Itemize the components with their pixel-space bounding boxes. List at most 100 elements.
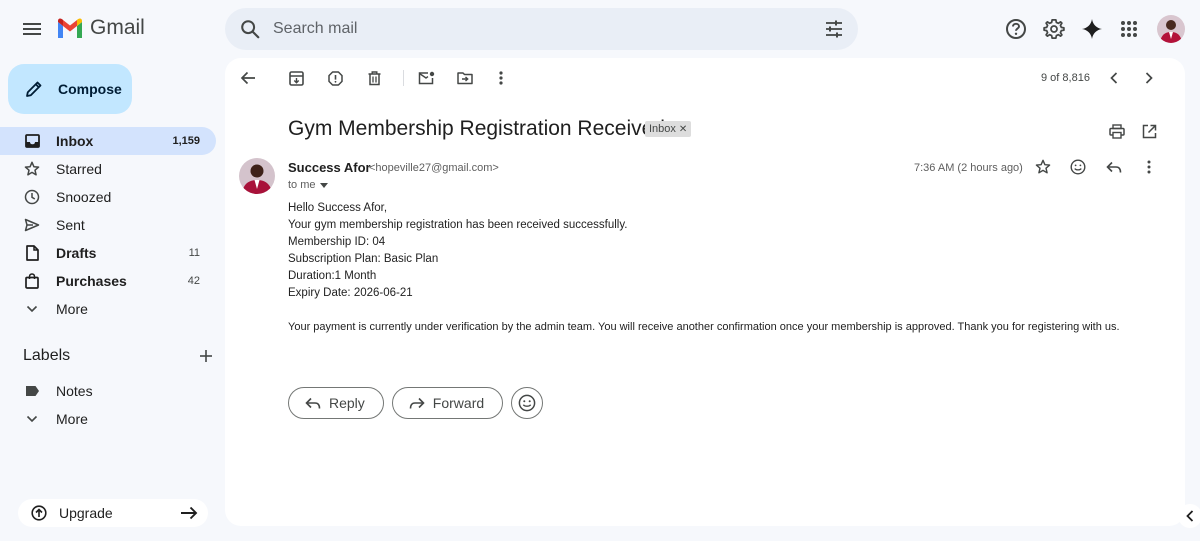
labels-header: Labels bbox=[23, 347, 213, 365]
google-apps-button[interactable] bbox=[1117, 17, 1141, 41]
print-button[interactable] bbox=[1107, 121, 1127, 141]
sender-name[interactable]: Success Afor bbox=[288, 160, 371, 175]
smiley-icon bbox=[518, 394, 536, 412]
help-icon bbox=[1006, 19, 1026, 39]
draft-file-icon bbox=[25, 245, 39, 261]
report-icon bbox=[327, 70, 343, 86]
inbox-label-badge[interactable]: Inbox ✕ bbox=[645, 121, 692, 137]
search-icon[interactable] bbox=[239, 18, 261, 40]
toolbar-divider bbox=[403, 70, 404, 86]
reply-button[interactable]: Reply bbox=[288, 387, 384, 419]
shopping-bag-icon bbox=[25, 273, 39, 289]
email-body: Hello Success Afor, Your gym membership … bbox=[288, 200, 1120, 336]
chevron-down-icon bbox=[26, 415, 38, 423]
sidebar-item-snoozed[interactable]: Snoozed bbox=[0, 183, 216, 211]
search-input[interactable] bbox=[273, 8, 793, 50]
emoji-reaction-button[interactable] bbox=[511, 387, 544, 419]
label-item-notes[interactable]: Notes bbox=[0, 377, 216, 405]
label-item-more[interactable]: More bbox=[0, 405, 216, 433]
pagination-text: 9 of 8,816 bbox=[1041, 72, 1090, 84]
body-line: Hello Success Afor, bbox=[288, 202, 388, 214]
sidebar-item-purchases[interactable]: Purchases 42 bbox=[0, 267, 216, 295]
sidebar-item-label: More bbox=[56, 301, 88, 317]
gmail-logo[interactable]: Gmail bbox=[56, 16, 145, 40]
remove-label-icon[interactable]: ✕ bbox=[679, 124, 687, 135]
more-vert-icon bbox=[1147, 160, 1151, 174]
sender-email: <hopeville27@gmail.com> bbox=[369, 162, 499, 174]
sender-avatar[interactable] bbox=[239, 158, 275, 194]
app-name: Gmail bbox=[90, 16, 145, 39]
mail-unread-icon bbox=[418, 71, 434, 85]
gmail-m-icon bbox=[58, 18, 82, 38]
body-line: Subscription Plan: Basic Plan bbox=[288, 253, 439, 265]
sender-photo-icon bbox=[239, 158, 275, 194]
print-icon bbox=[1109, 123, 1125, 139]
unread-count: 1,159 bbox=[172, 135, 200, 147]
emoji-icon bbox=[1070, 159, 1086, 175]
reply-arrow-icon bbox=[305, 397, 321, 409]
trash-icon bbox=[368, 70, 380, 85]
older-button[interactable] bbox=[1139, 68, 1159, 88]
body-closing-line: Your payment is currently under verifica… bbox=[288, 321, 1120, 333]
star-button[interactable] bbox=[1033, 157, 1053, 177]
star-outline-icon bbox=[1035, 159, 1051, 174]
chevron-left-icon bbox=[1186, 510, 1194, 522]
move-to-button[interactable] bbox=[455, 68, 475, 88]
sidebar-item-label: Starred bbox=[56, 161, 102, 177]
labels-title: Labels bbox=[23, 347, 71, 364]
account-avatar[interactable] bbox=[1157, 15, 1185, 43]
open-in-new-icon bbox=[1142, 124, 1156, 138]
unread-count: 11 bbox=[188, 247, 200, 259]
upgrade-button[interactable]: Upgrade bbox=[18, 499, 208, 527]
apps-grid-icon bbox=[1121, 21, 1137, 37]
sidebar-item-more[interactable]: More bbox=[0, 295, 216, 323]
reply-icon-button[interactable] bbox=[1104, 157, 1124, 177]
archive-icon bbox=[288, 70, 304, 86]
sidebar-nav: Inbox 1,159 Starred Snoozed Sent Drafts … bbox=[0, 127, 216, 323]
back-button[interactable] bbox=[238, 68, 258, 88]
search-bar bbox=[225, 8, 858, 50]
label-name: Notes bbox=[56, 383, 93, 399]
main-menu-button[interactable] bbox=[16, 13, 48, 45]
more-options-button[interactable] bbox=[491, 68, 511, 88]
body-line: Duration:1 Month bbox=[288, 270, 377, 282]
archive-button[interactable] bbox=[286, 68, 306, 88]
support-button[interactable] bbox=[1004, 17, 1028, 41]
inbox-icon bbox=[24, 134, 40, 148]
add-label-icon[interactable] bbox=[199, 349, 213, 363]
mark-unread-button[interactable] bbox=[416, 68, 436, 88]
reply-icon bbox=[1106, 161, 1122, 173]
sidebar-item-sent[interactable]: Sent bbox=[0, 211, 216, 239]
recipient-text: to me bbox=[288, 179, 316, 191]
open-new-window-button[interactable] bbox=[1139, 121, 1159, 141]
sidebar-item-drafts[interactable]: Drafts 11 bbox=[0, 239, 216, 267]
gemini-button[interactable] bbox=[1080, 17, 1104, 41]
forward-button[interactable]: Forward bbox=[391, 387, 504, 419]
chevron-right-icon bbox=[1145, 72, 1153, 84]
sidebar-item-starred[interactable]: Starred bbox=[0, 155, 216, 183]
newer-button[interactable] bbox=[1104, 68, 1124, 88]
forward-label: Forward bbox=[432, 395, 485, 411]
sidebar-item-label: Purchases bbox=[56, 273, 127, 289]
hamburger-menu-icon bbox=[23, 23, 41, 35]
send-icon bbox=[24, 218, 40, 232]
side-panel-toggle[interactable] bbox=[1178, 504, 1200, 528]
body-line: Membership ID: 04 bbox=[288, 236, 386, 248]
sidebar-item-label: Drafts bbox=[56, 245, 97, 261]
report-spam-button[interactable] bbox=[325, 68, 345, 88]
chevron-left-icon bbox=[1110, 72, 1118, 84]
message-more-button[interactable] bbox=[1139, 157, 1159, 177]
search-options-icon[interactable] bbox=[824, 19, 844, 39]
body-line: Your gym membership registration has bee… bbox=[288, 219, 628, 231]
sidebar-item-inbox[interactable]: Inbox 1,159 bbox=[0, 127, 216, 155]
folder-move-icon bbox=[457, 72, 473, 85]
settings-button[interactable] bbox=[1042, 17, 1066, 41]
delete-button[interactable] bbox=[364, 68, 384, 88]
email-subject: Gym Membership Registration Received bbox=[288, 117, 665, 140]
add-reaction-button[interactable] bbox=[1068, 157, 1088, 177]
sidebar-item-label: Sent bbox=[56, 217, 85, 233]
recipient-details-toggle[interactable]: to me bbox=[288, 179, 328, 191]
message-toolbar: 9 of 8,816 bbox=[225, 58, 1185, 98]
message-panel: 9 of 8,816 Gym Membership Registration R… bbox=[225, 58, 1185, 526]
compose-button[interactable]: Compose bbox=[8, 64, 132, 114]
